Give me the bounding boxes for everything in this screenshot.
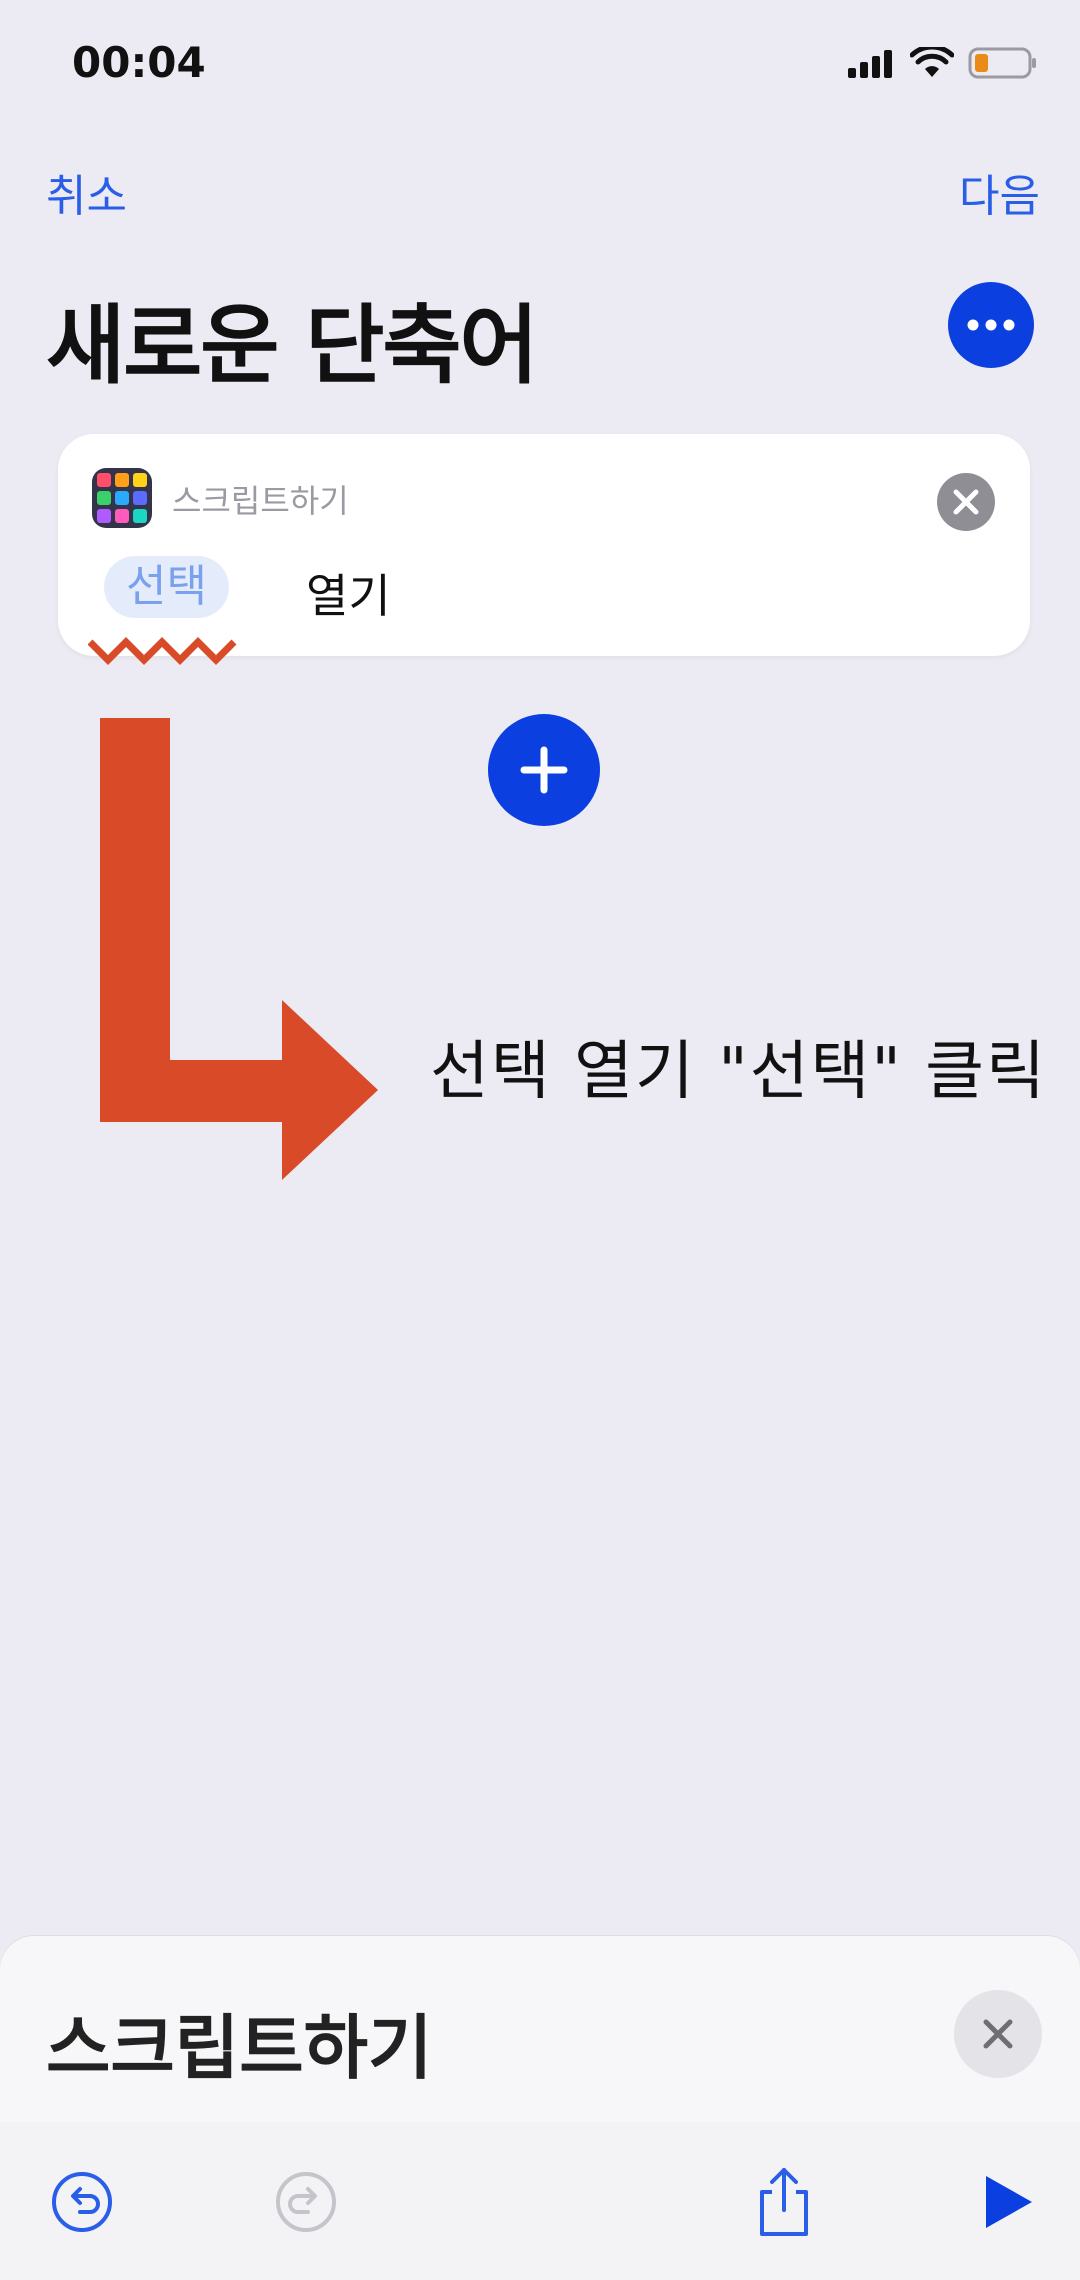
- more-button[interactable]: [948, 282, 1034, 368]
- status-icons: [846, 46, 1038, 80]
- play-icon: [986, 2176, 1032, 2228]
- app-grid-icon: [92, 468, 152, 528]
- annotation-arrow: [100, 718, 378, 1180]
- run-button[interactable]: [968, 2162, 1048, 2242]
- card-action-label: 열기: [306, 569, 391, 623]
- cancel-button[interactable]: 취소: [46, 160, 127, 224]
- page-title: 새로운 단축어: [46, 296, 539, 396]
- share-icon: [760, 2168, 808, 2236]
- undo-button[interactable]: [42, 2162, 122, 2242]
- add-action-button[interactable]: [488, 714, 600, 826]
- close-icon: [983, 2019, 1013, 2049]
- battery-icon: [968, 47, 1036, 79]
- wifi-icon: [910, 47, 954, 77]
- redo-icon: [276, 2172, 336, 2232]
- status-bar: 00:04: [0, 0, 1080, 130]
- more-icon: [967, 319, 1015, 331]
- panel-close-button[interactable]: [954, 1990, 1042, 2078]
- select-chip[interactable]: 선택: [104, 556, 229, 618]
- annotation-text: 선택 열기 "선택" 클릭: [430, 1035, 1047, 1109]
- share-button[interactable]: [744, 2162, 824, 2242]
- card-app-label: 스크립트하기: [172, 482, 349, 520]
- close-circle-icon[interactable]: [936, 472, 996, 532]
- bottom-toolbar: [0, 2122, 1080, 2280]
- squiggle-underline: [88, 637, 237, 665]
- status-time: 00:04: [72, 38, 206, 87]
- next-button[interactable]: 다음: [959, 160, 1040, 224]
- action-card: 스크립트하기 선택 열기: [58, 434, 1030, 656]
- undo-icon: [52, 2172, 112, 2232]
- plus-icon: [520, 746, 568, 794]
- panel-title: 스크립트하기: [46, 2007, 433, 2089]
- redo-button[interactable]: [266, 2162, 346, 2242]
- signal-icon: [848, 50, 892, 78]
